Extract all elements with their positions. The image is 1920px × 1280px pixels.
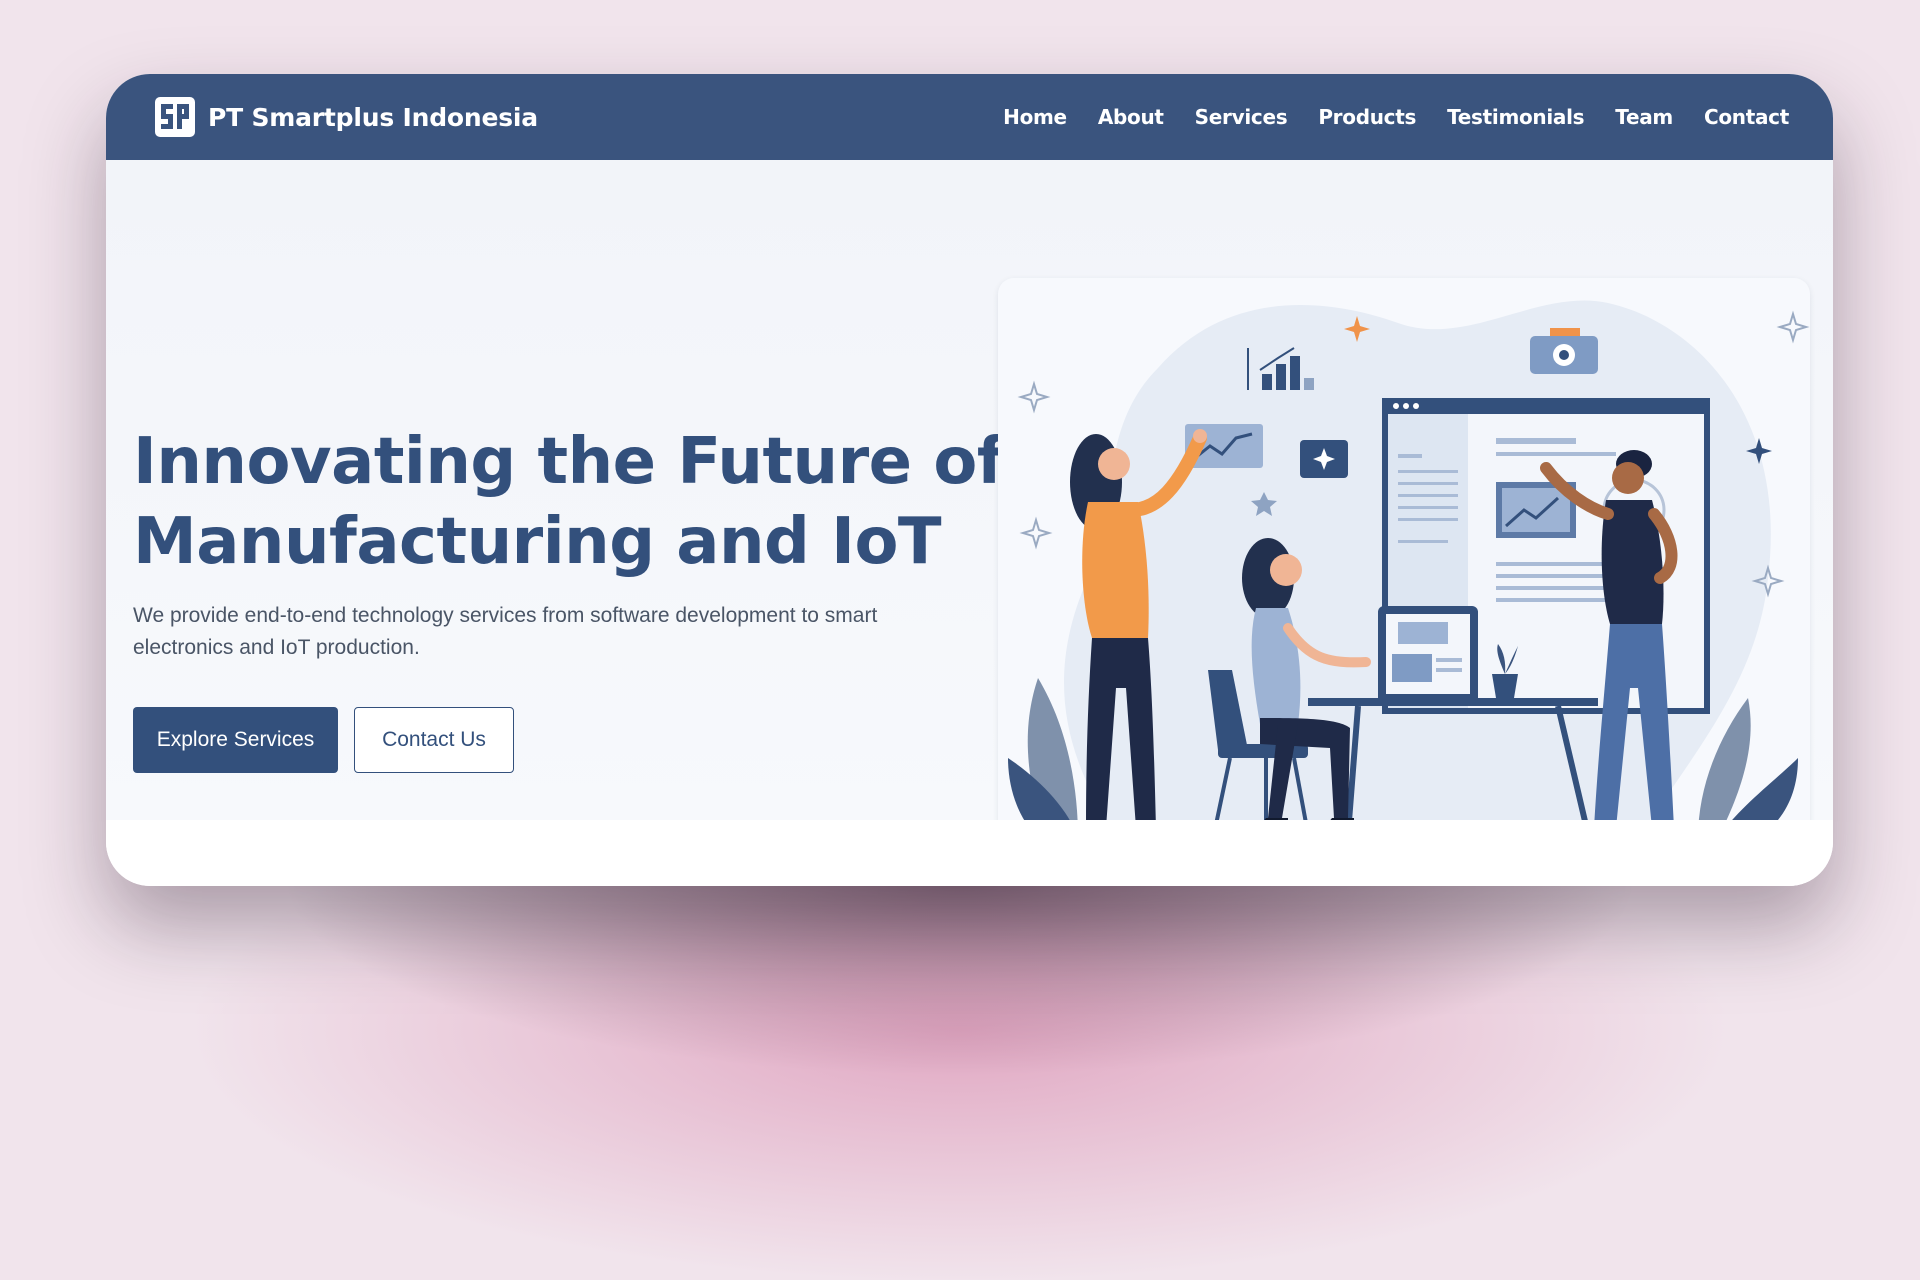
sparkle-card-icon (1300, 440, 1348, 478)
hero-title-line-2: Manufacturing and IoT (133, 505, 942, 579)
team-collaboration-illustration (1008, 300, 1810, 838)
explore-services-button[interactable]: Explore Services (133, 707, 338, 773)
hero-illustration (998, 278, 1810, 886)
hero-title-line-1: Innovating the Future of (133, 425, 1005, 499)
nav-link-team[interactable]: Team (1615, 105, 1673, 129)
nav-link-services[interactable]: Services (1195, 105, 1288, 129)
nav-menu: Home About Services Products Testimonial… (972, 105, 1789, 129)
contact-us-button[interactable]: Contact Us (354, 707, 514, 773)
laptop (1378, 606, 1478, 704)
nav-link-products[interactable]: Products (1318, 105, 1416, 129)
nav-link-home[interactable]: Home (1003, 105, 1067, 129)
nav-link-testimonials[interactable]: Testimonials (1447, 105, 1585, 129)
hero-title: Innovating the Future of Manufacturing a… (133, 422, 1033, 582)
nav-link-about[interactable]: About (1098, 105, 1164, 129)
brand[interactable]: PT Smartplus Indonesia (154, 96, 538, 138)
hero-section: Innovating the Future of Manufacturing a… (106, 160, 1833, 886)
navbar: PT Smartplus Indonesia Home About Servic… (106, 74, 1833, 160)
page-bottom-strip (106, 820, 1833, 886)
brand-name: PT Smartplus Indonesia (208, 102, 538, 132)
browser-window: PT Smartplus Indonesia Home About Servic… (106, 74, 1833, 886)
hero-description: We provide end-to-end technology service… (133, 604, 878, 659)
smartplus-logo-icon (155, 97, 195, 137)
nav-link-contact[interactable]: Contact (1704, 105, 1789, 129)
